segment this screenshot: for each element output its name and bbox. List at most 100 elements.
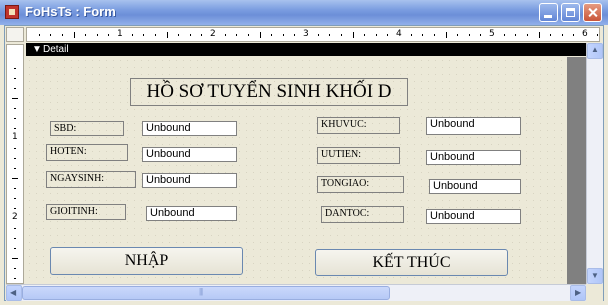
- ruler-tick: [14, 188, 16, 189]
- ruler-tick: [14, 238, 16, 239]
- khuvuc-textbox[interactable]: Unbound: [426, 117, 521, 135]
- hoten-label[interactable]: HOTEN:: [46, 144, 128, 161]
- ruler-tick: [376, 34, 377, 36]
- uutien-label[interactable]: UUTIEN:: [317, 147, 400, 164]
- uutien-textbox[interactable]: Unbound: [426, 150, 521, 165]
- scroll-right-icon[interactable]: [570, 285, 586, 301]
- ruler-tick: [74, 32, 75, 38]
- ruler-tick: [12, 178, 18, 179]
- vertical-ruler[interactable]: 12: [6, 44, 24, 284]
- hoten-textbox[interactable]: Unbound: [142, 147, 237, 162]
- ruler-tick: [62, 34, 63, 36]
- title-bar[interactable]: FoHsTs : Form: [0, 0, 608, 25]
- ruler-tick: [39, 34, 40, 36]
- ket-thuc-button[interactable]: KẾT THÚC: [315, 249, 508, 276]
- tongiao-label[interactable]: TONGIAO:: [317, 176, 404, 193]
- ruler-tick: [294, 34, 295, 36]
- khuvuc-label[interactable]: KHUVUC:: [317, 117, 400, 134]
- ruler-tick: [573, 34, 574, 36]
- sbd-label[interactable]: SBD:: [50, 121, 124, 136]
- form-selector[interactable]: [6, 27, 24, 42]
- ruler-tick: [108, 34, 109, 36]
- ruler-number: 1: [117, 29, 123, 39]
- detail-section[interactable]: HỒ SƠ TUYỂN SINH KHỐI D SBD: Unbound HOT…: [26, 57, 567, 284]
- ruler-number: 2: [210, 29, 216, 39]
- maximize-button[interactable]: [561, 3, 580, 22]
- ruler-number: 6: [582, 29, 588, 39]
- horizontal-scrollbar[interactable]: [6, 284, 586, 301]
- ruler-number: 1: [12, 132, 18, 142]
- ruler-tick: [539, 32, 540, 38]
- ruler-tick: [480, 34, 481, 36]
- minimize-button[interactable]: [539, 3, 558, 22]
- window-title: FoHsTs : Form: [25, 4, 116, 19]
- ruler-tick: [469, 34, 470, 36]
- dantoc-label[interactable]: DANTOC:: [321, 206, 404, 223]
- horizontal-ruler[interactable]: 1 2 3 4 5 6: [26, 27, 600, 42]
- ruler-number: 4: [396, 29, 402, 39]
- ngaysinh-label[interactable]: NGAYSINH:: [46, 171, 136, 188]
- ruler-tick: [132, 34, 133, 36]
- form-heading[interactable]: HỒ SƠ TUYỂN SINH KHỐI D: [130, 78, 408, 106]
- ruler-tick: [14, 158, 16, 159]
- ruler-tick: [14, 248, 16, 249]
- scroll-up-icon[interactable]: [587, 43, 603, 59]
- close-button[interactable]: [583, 3, 602, 22]
- scroll-down-icon[interactable]: [587, 268, 603, 284]
- ruler-tick: [14, 118, 16, 119]
- ruler-number: 3: [303, 29, 309, 39]
- size-grip[interactable]: [586, 284, 603, 301]
- section-label: Detail: [43, 44, 69, 55]
- form-window: FoHsTs : Form 123456 12 ▼ Detail HỒ SƠ T…: [0, 0, 608, 305]
- ruler-tick: [14, 148, 16, 149]
- gioitinh-textbox[interactable]: Unbound: [146, 206, 237, 221]
- vertical-scrollbar[interactable]: [586, 43, 603, 284]
- ruler-tick: [14, 128, 16, 129]
- ruler-tick: [341, 34, 342, 36]
- ruler-tick: [201, 34, 202, 36]
- ruler-tick: [14, 228, 16, 229]
- nhap-button[interactable]: NHẬP: [50, 247, 243, 275]
- detail-section-bar[interactable]: ▼ Detail: [26, 43, 600, 56]
- ruler-tick: [515, 34, 516, 36]
- ruler-tick: [14, 198, 16, 199]
- ruler-tick: [14, 168, 16, 169]
- ruler-tick: [422, 34, 423, 36]
- ngaysinh-textbox[interactable]: Unbound: [142, 173, 237, 188]
- ruler-tick: [14, 78, 16, 79]
- ruler-tick: [225, 34, 226, 36]
- sbd-textbox[interactable]: Unbound: [142, 121, 237, 136]
- form-outside-area: [567, 57, 586, 284]
- scroll-left-icon[interactable]: [6, 285, 22, 301]
- ruler-tick: [504, 34, 505, 36]
- ruler-tick: [248, 34, 249, 36]
- ruler-tick: [14, 208, 16, 209]
- horizontal-scroll-thumb[interactable]: [22, 286, 390, 300]
- ruler-number: 5: [489, 29, 495, 39]
- ruler-tick: [50, 34, 51, 36]
- ruler-tick: [178, 34, 179, 36]
- ruler-tick: [597, 34, 598, 36]
- ruler-tick: [14, 108, 16, 109]
- tongiao-textbox[interactable]: Unbound: [429, 179, 521, 194]
- ruler-number: 2: [12, 212, 18, 222]
- ruler-tick: [236, 34, 237, 36]
- gioitinh-label[interactable]: GIOITINH:: [46, 204, 126, 220]
- ruler-tick: [260, 32, 261, 38]
- ruler-tick: [562, 34, 563, 36]
- ruler-tick: [85, 34, 86, 36]
- ruler-tick: [527, 34, 528, 36]
- section-arrow-icon: ▼: [32, 44, 42, 55]
- ruler-tick: [457, 34, 458, 36]
- ruler-tick: [12, 98, 18, 99]
- ruler-tick: [550, 34, 551, 36]
- ruler-tick: [14, 268, 16, 269]
- ruler-tick: [353, 32, 354, 38]
- ruler-tick: [14, 88, 16, 89]
- ruler-tick: [190, 34, 191, 36]
- access-form-icon[interactable]: [5, 5, 19, 19]
- ruler-tick: [434, 34, 435, 36]
- dantoc-textbox[interactable]: Unbound: [426, 209, 521, 224]
- ruler-tick: [12, 258, 18, 259]
- ruler-tick: [271, 34, 272, 36]
